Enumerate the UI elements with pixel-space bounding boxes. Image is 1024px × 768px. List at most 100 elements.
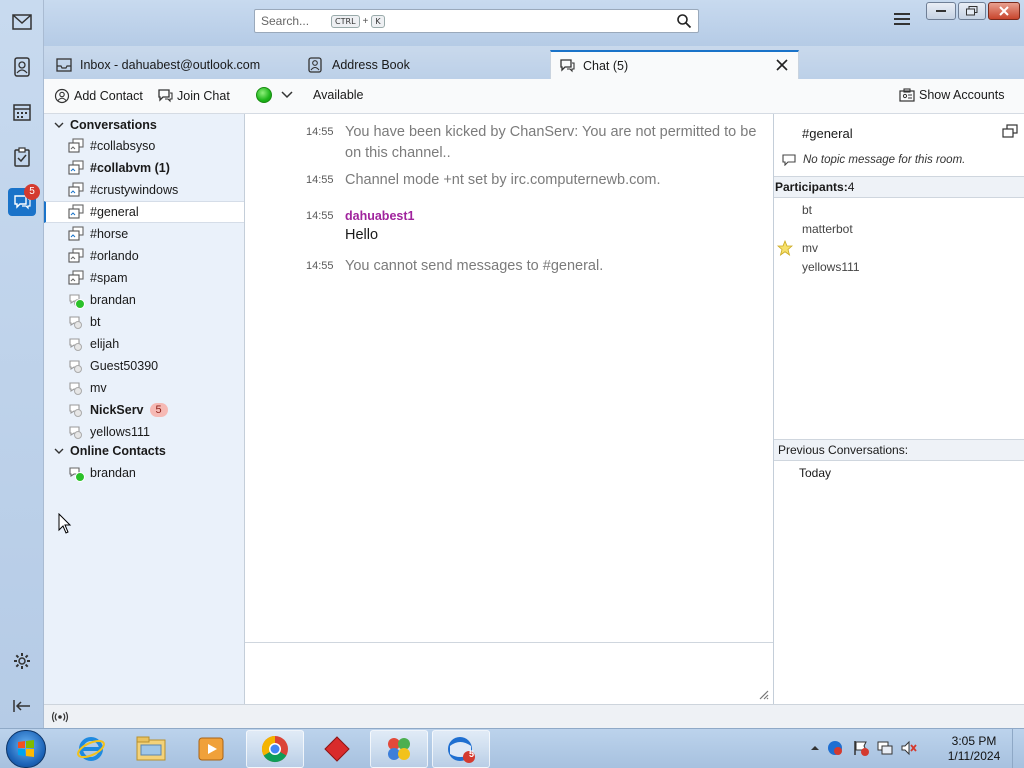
chat-room-icon [68, 248, 84, 264]
chat-unread-badge: 5 [24, 184, 40, 200]
status-bar [44, 704, 1024, 728]
chat-toolbar: Add Contact Join Chat Available Show Acc… [44, 79, 1024, 114]
direct-conversation-item[interactable]: Guest50390 [44, 355, 244, 377]
message-sender[interactable]: dahuabest1 [345, 209, 414, 223]
restore-button[interactable] [958, 2, 986, 20]
conversation-name: #spam [90, 271, 128, 285]
taskbar-media-player[interactable] [182, 730, 240, 768]
system-tray [810, 739, 918, 757]
address-book-icon[interactable] [10, 55, 34, 79]
volume-muted-icon[interactable] [900, 739, 918, 757]
online-presence-icon [75, 472, 85, 482]
channel-conversation-item[interactable]: #orlando [44, 245, 244, 267]
minimize-button[interactable] [926, 2, 956, 20]
taskbar-thunderbird[interactable]: 5 [432, 730, 490, 768]
action-center-flag-icon[interactable] [852, 739, 870, 757]
taskbar-chrome[interactable] [246, 730, 304, 768]
online-contacts-section-header[interactable]: Online Contacts [44, 441, 244, 461]
room-topic: No topic message for this room. [782, 154, 965, 166]
channel-conversation-item[interactable]: #crustywindows [44, 179, 244, 201]
conversation-name: #horse [90, 227, 129, 241]
add-contact-button[interactable]: Add Contact [54, 88, 143, 104]
chat-room-icon [68, 138, 84, 154]
conversation-name: bt [90, 315, 101, 329]
participant-item[interactable]: matterbot [802, 222, 853, 236]
start-button[interactable] [6, 730, 46, 768]
direct-conversation-item[interactable]: NickServ 5 [44, 399, 244, 421]
taskbar-clock[interactable]: 3:05 PM 1/11/2024 [936, 734, 1012, 764]
close-window-button[interactable] [988, 2, 1020, 20]
inbox-tab-icon [56, 57, 72, 73]
search-icon[interactable] [676, 13, 692, 29]
direct-conversation-item[interactable]: elijah [44, 333, 244, 355]
join-chat-icon [158, 89, 173, 103]
mail-icon[interactable] [10, 10, 34, 34]
participants-header: Participants: 4 [774, 176, 1024, 198]
collapse-spaces-icon[interactable] [10, 694, 34, 718]
settings-gear-icon[interactable] [10, 649, 34, 673]
windows-taskbar: 5 3:05 PM 1/11/2024 [0, 728, 1024, 768]
chevron-down-icon [54, 448, 64, 454]
channel-conversation-item[interactable]: #horse [44, 223, 244, 245]
tab-inbox-label: Inbox - dahuabest@outlook.com [80, 57, 261, 72]
taskbar-control-panel[interactable] [370, 730, 428, 768]
chat-room-icon [68, 204, 84, 220]
app-menu-icon[interactable] [894, 13, 910, 27]
topic-speech-icon [782, 154, 796, 166]
resize-grip-icon[interactable] [757, 688, 769, 700]
channel-conversation-item[interactable]: #collabvm (1) [44, 157, 244, 179]
close-chat-tab-icon[interactable] [776, 59, 788, 71]
participant-item[interactable]: yellows111 [802, 260, 860, 274]
tasks-icon[interactable] [10, 145, 34, 169]
tray-app-icon[interactable] [826, 739, 844, 757]
join-chat-button[interactable]: Join Chat [157, 88, 230, 104]
show-accounts-button[interactable]: Show Accounts [899, 88, 1004, 102]
operator-star-icon [777, 240, 793, 256]
open-conversation-icon[interactable] [1002, 124, 1018, 138]
add-contact-icon [54, 88, 70, 104]
spaces-toolbar: 5 [0, 0, 44, 728]
direct-conversation-item[interactable]: brandan [44, 289, 244, 311]
conversation-name: elijah [90, 337, 120, 351]
accounts-icon [899, 88, 915, 102]
search-input[interactable]: Search... CTRL + K [254, 9, 699, 33]
calendar-icon[interactable] [10, 100, 34, 124]
channel-conversation-item[interactable]: #collabsyso [44, 135, 244, 157]
channel-conversation-item[interactable]: #general [44, 201, 244, 223]
network-icon[interactable] [876, 739, 894, 757]
online-status-icon[interactable] [51, 711, 69, 723]
message-input[interactable] [245, 642, 773, 704]
shortcut-plus: + [362, 15, 369, 27]
taskbar-explorer[interactable] [122, 730, 180, 768]
message-time: 14:55 [306, 210, 334, 222]
conversation-name: Guest50390 [90, 359, 159, 373]
online-contact-item[interactable]: brandan [44, 462, 244, 484]
direct-conversation-item[interactable]: mv [44, 377, 244, 399]
tab-address-book[interactable]: Address Book [308, 50, 562, 79]
contact-chat-icon [68, 358, 84, 374]
folder-icon [136, 736, 166, 761]
tab-chat[interactable]: Chat (5) [550, 50, 799, 79]
chat-room-icon [68, 182, 84, 198]
tab-inbox[interactable]: Inbox - dahuabest@outlook.com [56, 50, 296, 79]
chat-tab-icon [559, 58, 575, 74]
mouse-cursor-icon [58, 513, 72, 534]
participant-item[interactable]: mv [802, 241, 818, 255]
clock-date: 1/11/2024 [947, 749, 1001, 763]
show-hidden-icons-icon[interactable] [810, 744, 820, 752]
chat-room-icon [68, 226, 84, 242]
channel-conversation-item[interactable]: #spam [44, 267, 244, 289]
status-selector[interactable]: Available [256, 87, 364, 103]
participant-item[interactable]: bt [802, 203, 812, 217]
show-desktop-button[interactable] [1012, 729, 1024, 768]
conversation-name: yellows111 [90, 425, 150, 439]
taskbar-app-red[interactable] [308, 730, 366, 768]
previous-conversation-item[interactable]: Today [799, 466, 831, 480]
direct-conversation-item[interactable]: bt [44, 311, 244, 333]
tab-bar: Inbox - dahuabest@outlook.com Address Bo… [44, 46, 1024, 79]
conversations-section-header[interactable]: Conversations [44, 115, 244, 135]
contact-chat-icon [68, 402, 84, 418]
taskbar-ie[interactable] [62, 730, 120, 768]
direct-conversation-item[interactable]: yellows111 [44, 421, 244, 443]
chat-log: 14:55 You have been kicked by ChanServ: … [245, 114, 773, 642]
